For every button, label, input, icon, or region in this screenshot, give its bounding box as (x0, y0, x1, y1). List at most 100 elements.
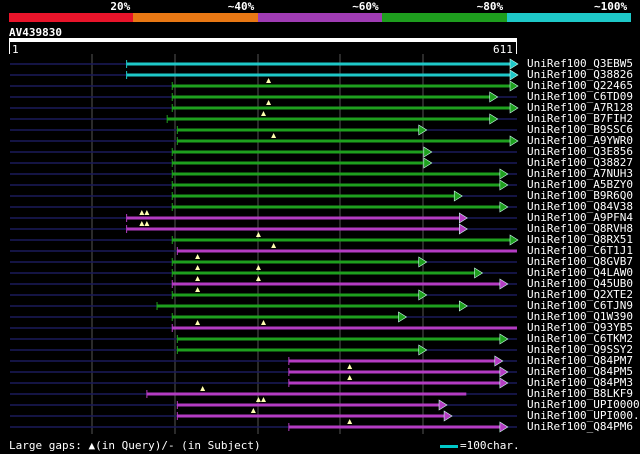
hit-alignment-bar[interactable] (126, 62, 511, 66)
query-gap-marker (271, 133, 277, 138)
hit-alignment-bar[interactable] (126, 227, 460, 231)
hit-row[interactable] (10, 300, 517, 312)
hit-alignment-bar[interactable] (172, 194, 455, 198)
hit-row[interactable] (10, 190, 517, 202)
hit-alignment-bar[interactable] (172, 106, 511, 110)
hit-alignment-bar[interactable] (126, 73, 511, 77)
hit-end-arrow (499, 377, 509, 389)
hit-row[interactable] (10, 375, 517, 389)
query-gap-marker (255, 232, 261, 237)
query-gap-marker (250, 408, 256, 413)
hit-alignment-bar[interactable] (172, 95, 490, 99)
query-gap-marker (261, 111, 266, 116)
hit-row[interactable] (10, 133, 519, 147)
hit-alignment-bar[interactable] (172, 161, 424, 165)
hit-row[interactable] (10, 78, 519, 92)
hit-alignment-bar[interactable] (146, 392, 467, 396)
hit-alignment-bar[interactable] (177, 139, 510, 143)
hit-end-arrow (458, 223, 468, 235)
hit-alignment-bar[interactable] (177, 414, 445, 418)
query-gap-marker (139, 221, 145, 226)
hit-end-arrow (499, 168, 509, 180)
hit-row[interactable] (10, 320, 518, 332)
hit-alignment-bar[interactable] (172, 315, 399, 319)
hit-row[interactable] (10, 221, 517, 235)
hit-alignment-bar[interactable] (288, 425, 500, 429)
hit-row[interactable] (10, 168, 517, 180)
hit-row[interactable] (10, 69, 519, 81)
query-gap-marker (255, 276, 261, 281)
hit-end-arrow (509, 80, 519, 92)
hit-row[interactable] (10, 333, 517, 345)
hit-row[interactable] (10, 111, 517, 125)
hit-row[interactable] (10, 408, 517, 422)
hit-row[interactable] (10, 58, 519, 70)
hit-alignment-bar[interactable] (172, 238, 511, 242)
hit-row[interactable] (10, 276, 517, 290)
hit-alignment-bar[interactable] (172, 172, 500, 176)
hit-row[interactable] (10, 201, 517, 213)
hit-end-arrow (499, 366, 509, 378)
hit-alignment-bar[interactable] (157, 304, 460, 308)
hit-end-arrow (458, 300, 468, 312)
hit-alignment-bar[interactable] (172, 293, 419, 297)
hit-name-link[interactable]: UniRef100_Q84PM6 (527, 421, 633, 432)
query-gap-marker (347, 364, 353, 369)
hit-alignment-bar[interactable] (172, 260, 419, 264)
hit-alignment-bar[interactable] (177, 128, 419, 132)
hit-row[interactable] (10, 232, 519, 246)
hit-end-arrow (499, 421, 509, 433)
hit-end-arrow (509, 69, 519, 81)
hit-alignment-bar[interactable] (126, 216, 460, 220)
hit-end-arrow (499, 278, 509, 290)
hit-alignment-bar[interactable] (177, 348, 419, 352)
hit-end-arrow (398, 311, 408, 323)
hit-alignment-bar[interactable] (177, 403, 440, 407)
query-gap-marker (195, 287, 201, 292)
hit-end-arrow (423, 157, 433, 169)
hit-row[interactable] (10, 386, 517, 398)
hit-end-arrow (494, 355, 504, 367)
hit-alignment-bar[interactable] (167, 117, 490, 121)
hit-row[interactable] (10, 254, 517, 268)
hit-alignment-bar[interactable] (172, 326, 518, 330)
hit-alignment-bar[interactable] (172, 183, 500, 187)
hit-row[interactable] (10, 91, 517, 103)
hit-row[interactable] (10, 265, 517, 279)
hit-alignment-bar[interactable] (172, 205, 500, 209)
query-gap-marker (271, 243, 277, 248)
query-gap-marker (195, 254, 201, 259)
hit-row[interactable] (10, 146, 517, 158)
hit-alignment-bar[interactable] (172, 150, 424, 154)
hit-row[interactable] (10, 364, 517, 378)
hit-end-arrow (443, 410, 453, 422)
hit-row[interactable] (10, 287, 517, 301)
hit-row[interactable] (10, 157, 517, 169)
query-gap-marker (261, 397, 266, 402)
query-gap-marker (195, 265, 201, 270)
hit-end-arrow (438, 399, 448, 411)
hit-end-arrow (489, 113, 499, 125)
query-gap-marker (195, 320, 201, 325)
hit-alignment-bar[interactable] (172, 282, 500, 286)
hit-row[interactable] (10, 243, 517, 255)
hit-alignment-bar[interactable] (177, 249, 517, 253)
hit-row[interactable] (10, 210, 517, 224)
hit-end-arrow (453, 190, 463, 202)
hit-row[interactable] (10, 355, 517, 367)
hit-row[interactable] (10, 179, 517, 191)
hit-alignment-bar[interactable] (288, 370, 500, 374)
hit-end-arrow (509, 234, 519, 246)
query-gap-marker (347, 419, 353, 424)
hit-alignment-bar[interactable] (172, 271, 475, 275)
hit-row[interactable] (10, 124, 517, 136)
hit-alignment-bar[interactable] (288, 381, 500, 385)
scale-legend-text: =100char. (460, 439, 520, 452)
hit-alignment-bar[interactable] (288, 359, 495, 363)
hit-row[interactable] (10, 344, 517, 356)
hit-row[interactable] (10, 100, 519, 114)
hit-row[interactable] (10, 419, 517, 433)
hit-alignment-bar[interactable] (172, 84, 511, 88)
hit-alignment-bar[interactable] (177, 337, 500, 341)
hit-row[interactable] (10, 397, 517, 411)
